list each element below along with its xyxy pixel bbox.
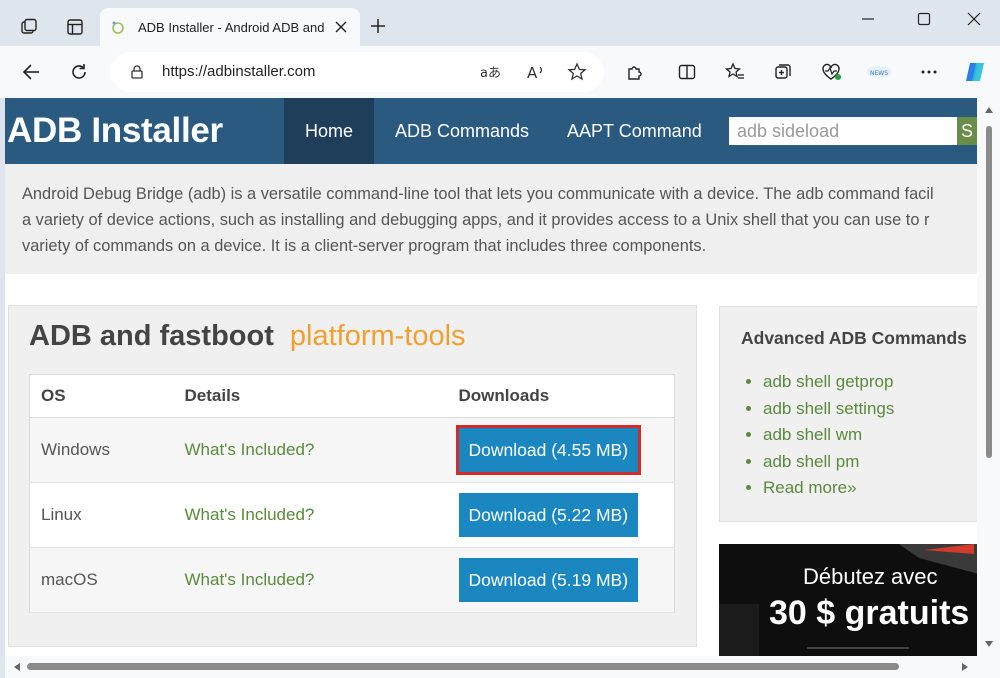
page-subtitle: platform-tools — [289, 320, 466, 352]
download-macos-button[interactable]: Download (5.19 MB) — [458, 558, 639, 602]
more-icon[interactable] — [912, 55, 946, 89]
browser-essentials-icon[interactable] — [814, 55, 848, 89]
maximize-icon[interactable] — [904, 4, 944, 34]
ad-offer: 30 $ gratuits — [769, 594, 970, 632]
new-tab-icon[interactable] — [366, 14, 390, 38]
downloads-table: OS Details Downloads Windows What's Incl… — [29, 374, 675, 613]
android-favicon-icon — [112, 21, 124, 34]
close-window-icon[interactable] — [954, 4, 994, 34]
svg-text:NEWS: NEWS — [870, 70, 888, 77]
workspaces-icon[interactable] — [16, 14, 42, 40]
vertical-scrollbar[interactable] — [977, 98, 1000, 656]
page-title: ADB and fastboot platform-tools — [29, 320, 466, 353]
os-cell: macOS — [29, 547, 174, 613]
site-header: ADB Installer Home ADB Commands AAPT Com… — [5, 98, 977, 164]
table-row: Windows What's Included? Download (4.55 … — [29, 417, 675, 483]
collections-icon[interactable] — [766, 55, 800, 89]
favorite-star-icon[interactable] — [560, 55, 594, 89]
url-text[interactable]: https://adbinstaller.com — [162, 63, 315, 80]
close-tab-icon[interactable] — [332, 18, 350, 36]
whats-included-link-macos[interactable]: What's Included? — [185, 570, 315, 589]
sidebar-link-read-more[interactable]: Read more» — [763, 475, 894, 502]
extensions-icon[interactable] — [618, 55, 652, 89]
os-cell: Linux — [29, 482, 174, 548]
nav-adb-commands-label: ADB Commands — [395, 120, 530, 141]
column-header-os: OS — [29, 374, 174, 418]
downloads-panel: ADB and fastboot platform-tools OS Detail… — [8, 305, 697, 647]
copilot-icon[interactable] — [958, 55, 992, 89]
intro-line: a variety of device actions, such as ins… — [22, 211, 930, 229]
os-cell: Windows — [29, 417, 174, 483]
download-windows-button[interactable]: Download (4.55 MB) — [455, 425, 642, 475]
minimize-icon[interactable] — [848, 4, 888, 34]
whats-included-link-windows[interactable]: What's Included? — [185, 440, 315, 459]
scroll-up-arrow-icon[interactable] — [984, 106, 994, 114]
refresh-icon[interactable] — [62, 55, 96, 89]
table-row: macOS What's Included? Download (5.19 MB… — [29, 547, 675, 613]
tab-title: ADB Installer - Android ADB and — [138, 19, 325, 35]
tab-bar: ADB Installer - Android ADB and — [0, 0, 1000, 46]
translate-icon[interactable]: aあ — [473, 55, 507, 89]
intro-text: Android Debug Bridge (adb) is a versatil… — [22, 181, 977, 259]
table-row: Linux What's Included? Download (5.22 MB… — [29, 482, 675, 548]
nav-aapt-command[interactable]: AAPT Command — [567, 98, 702, 164]
site-search-input[interactable] — [729, 117, 957, 145]
page-viewport: ADB Installer Home ADB Commands AAPT Com… — [5, 98, 977, 656]
sidebar-link-wm[interactable]: adb shell wm — [763, 422, 894, 449]
intro-section: Android Debug Bridge (adb) is a versatil… — [5, 164, 977, 274]
nav-adb-commands[interactable]: ADB Commands — [395, 98, 529, 164]
sidebar-link-settings[interactable]: adb shell settings — [763, 396, 894, 423]
profile-icon[interactable]: NEWS — [862, 55, 896, 89]
vertical-scroll-thumb[interactable] — [986, 126, 992, 458]
browser-toolbar: https://adbinstaller.com aあ A NEWS — [0, 46, 1000, 98]
column-header-downloads: Downloads — [447, 374, 675, 418]
download-linux-button[interactable]: Download (5.22 MB) — [458, 493, 639, 537]
intro-line: variety of commands on a device. It is a… — [22, 237, 707, 255]
svg-text:aあ: aあ — [480, 66, 501, 81]
sidebar-link-getprop[interactable]: adb shell getprop — [763, 369, 894, 396]
horizontal-scroll-thumb[interactable] — [27, 663, 899, 670]
nav-home-label: Home — [304, 120, 353, 141]
site-info-icon[interactable] — [120, 55, 154, 89]
horizontal-scrollbar[interactable] — [5, 656, 1000, 678]
ad-headline: Débutez avec — [803, 564, 938, 589]
scroll-down-arrow-icon[interactable] — [984, 640, 994, 648]
nav-aapt-command-label: AAPT Command — [567, 120, 702, 141]
scroll-left-arrow-icon[interactable] — [13, 662, 21, 672]
table-header-row: OS Details Downloads — [29, 374, 675, 418]
nav-home[interactable]: Home — [284, 98, 374, 164]
column-header-details: Details — [173, 374, 448, 418]
advanced-commands-panel: Advanced ADB Commands adb shell getprop … — [719, 306, 977, 522]
svg-text:A: A — [527, 64, 538, 82]
page-title-text: ADB and fastboot — [29, 320, 274, 352]
sidebar-title: Advanced ADB Commands — [741, 328, 967, 348]
advertisement-banner[interactable]: Débutez avec 30 $ gratuits — [719, 544, 977, 656]
address-bar[interactable]: https://adbinstaller.com aあ A — [110, 52, 604, 92]
read-aloud-icon[interactable]: A — [519, 55, 553, 89]
scroll-right-arrow-icon[interactable] — [961, 662, 969, 672]
intro-line: Android Debug Bridge (adb) is a versatil… — [22, 185, 934, 203]
favorites-icon[interactable] — [718, 55, 752, 89]
advanced-commands-list: adb shell getprop adb shell settings adb… — [763, 369, 894, 502]
tab-actions-icon[interactable] — [62, 14, 88, 40]
whats-included-link-linux[interactable]: What's Included? — [185, 505, 315, 524]
site-logo[interactable]: ADB Installer — [7, 111, 223, 151]
sidebar-link-pm[interactable]: adb shell pm — [763, 449, 894, 476]
browser-tab[interactable]: ADB Installer - Android ADB and — [100, 8, 360, 46]
back-icon[interactable] — [14, 55, 48, 89]
split-screen-icon[interactable] — [670, 55, 704, 89]
site-search-button[interactable]: S — [957, 117, 977, 145]
